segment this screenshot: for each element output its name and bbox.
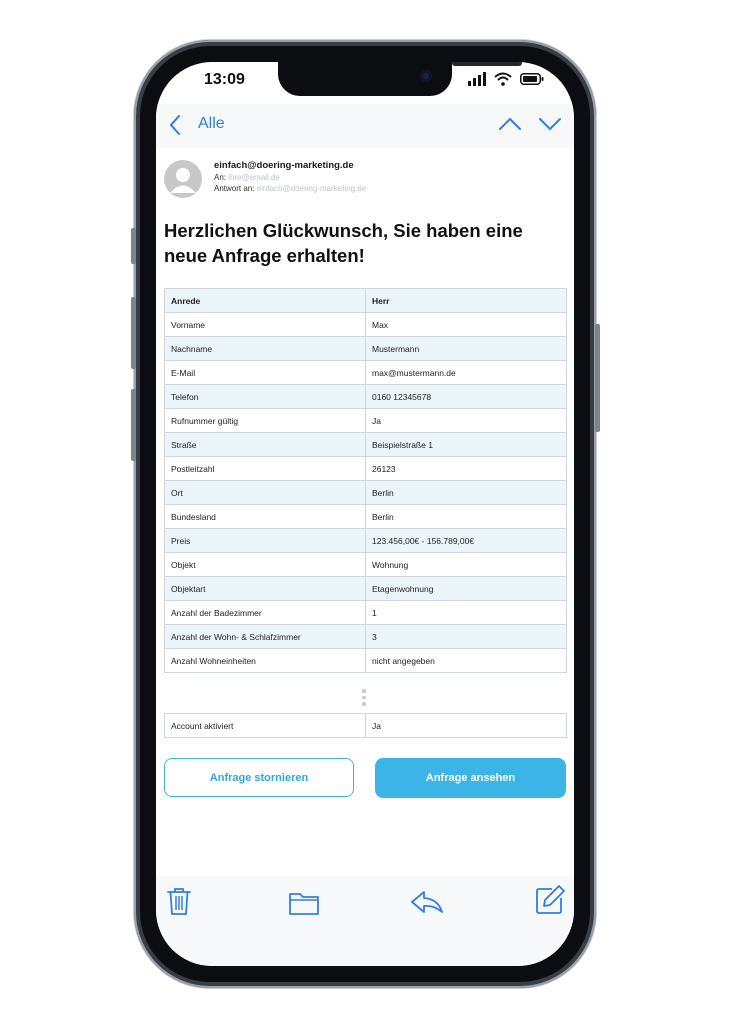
table-cell: Ja xyxy=(366,409,567,433)
recipient-line: An: ihre@email.de xyxy=(214,173,280,182)
table-cell: E-Mail xyxy=(165,361,366,385)
table-row: E-Mail max@mustermann.de xyxy=(165,361,567,385)
table-row: Rufnummer gültig Ja xyxy=(165,409,567,433)
table-row: Bundesland Berlin xyxy=(165,505,567,529)
view-inquiry-button[interactable]: Anfrage ansehen xyxy=(375,758,566,798)
back-button[interactable]: Alle xyxy=(198,115,225,133)
folder-icon[interactable] xyxy=(288,890,320,916)
table-cell: max@mustermann.de xyxy=(366,361,567,385)
table-row: Telefon 0160 12345678 xyxy=(165,385,567,409)
table-cell: Ja xyxy=(366,714,567,738)
table-cell: Account aktiviert xyxy=(165,714,366,738)
ellipsis-dot xyxy=(362,689,366,693)
table-cell: Objektart xyxy=(165,577,366,601)
table-cell: Anzahl der Badezimmer xyxy=(165,601,366,625)
previous-mail-icon[interactable] xyxy=(498,116,522,132)
table-cell: 1 xyxy=(366,601,567,625)
ellipsis-dot xyxy=(362,702,366,706)
table-cell: Telefon xyxy=(165,385,366,409)
table-cell: Mustermann xyxy=(366,337,567,361)
table-row: Nachname Mustermann xyxy=(165,337,567,361)
table-row: Straße Beispielstraße 1 xyxy=(165,433,567,457)
table-row: Preis 123.456,00€ - 156.789,00€ xyxy=(165,529,567,553)
status-icons xyxy=(468,70,544,88)
table-cell: Max xyxy=(366,313,567,337)
table-cell: Berlin xyxy=(366,505,567,529)
table-row: Ort Berlin xyxy=(165,481,567,505)
table-cell: Wohnung xyxy=(366,553,567,577)
sender-address: einfach@doering-marketing.de xyxy=(214,160,354,171)
table-row: Postleitzahl 26123 xyxy=(165,457,567,481)
reply-to-address: einfach@doering-marketing.de xyxy=(256,184,367,193)
table-cell: Postleitzahl xyxy=(165,457,366,481)
table-cell: Ort xyxy=(165,481,366,505)
table-cell: Nachname xyxy=(165,337,366,361)
table-row: Anzahl der Wohn- & Schlafzimmer 3 xyxy=(165,625,567,649)
table-cell: Etagenwohnung xyxy=(366,577,567,601)
table-row: Objektart Etagenwohnung xyxy=(165,577,567,601)
camera xyxy=(420,70,432,82)
reply-to-line: Antwort an: einfach@doering-marketing.de xyxy=(214,184,366,193)
email-title: Herzlichen Glückwunsch, Sie haben eine n… xyxy=(164,220,523,266)
notch xyxy=(278,62,522,96)
table-cell: 26123 xyxy=(366,457,567,481)
table-row: Anzahl Wohneinheiten nicht angegeben xyxy=(165,649,567,673)
table-cell: Anzahl der Wohn- & Schlafzimmer xyxy=(165,625,366,649)
trash-icon[interactable] xyxy=(166,886,192,916)
reply-icon[interactable] xyxy=(410,890,444,914)
recipient-address: ihre@email.de xyxy=(228,173,280,182)
speaker xyxy=(452,62,522,66)
table-cell: Straße xyxy=(165,433,366,457)
table-row: Account aktiviert Ja xyxy=(165,714,567,738)
wifi-icon xyxy=(494,72,512,86)
table-cell: Anrede xyxy=(165,289,366,313)
cancel-inquiry-button[interactable]: Anfrage stornieren xyxy=(164,758,354,797)
table-cell: 0160 12345678 xyxy=(366,385,567,409)
signal-icon xyxy=(468,72,486,86)
table-row: Anzahl der Badezimmer 1 xyxy=(165,601,567,625)
recipient-label: An: xyxy=(214,173,227,182)
screen: 13:09 Alle einfach@doering-marketing.de … xyxy=(156,62,574,966)
table-cell: Preis xyxy=(165,529,366,553)
mail-toolbar xyxy=(156,876,574,966)
table-cell: Beispielstraße 1 xyxy=(366,433,567,457)
table-cell: 3 xyxy=(366,625,567,649)
table-cell: Objekt xyxy=(165,553,366,577)
power-button xyxy=(595,324,600,432)
table-cell: 123.456,00€ - 156.789,00€ xyxy=(366,529,567,553)
table-row: Objekt Wohnung xyxy=(165,553,567,577)
back-chevron-icon[interactable] xyxy=(168,114,182,136)
compose-icon[interactable] xyxy=(534,884,566,916)
volume-down-button xyxy=(131,389,136,461)
ellipsis-dot xyxy=(362,695,366,699)
table-cell: Anzahl Wohneinheiten xyxy=(165,649,366,673)
status-time: 13:09 xyxy=(204,71,245,88)
inquiry-table-footer: Account aktiviert Ja xyxy=(164,713,567,738)
volume-up-button xyxy=(131,297,136,369)
table-cell: nicht angegeben xyxy=(366,649,567,673)
reply-to-label: Antwort an: xyxy=(214,184,255,193)
silent-switch xyxy=(131,228,136,264)
mail-nav-bar: Alle xyxy=(156,104,574,148)
table-cell: Rufnummer gültig xyxy=(165,409,366,433)
more-rows-indicator xyxy=(361,689,367,706)
table-header-row: Anrede Herr xyxy=(165,289,567,313)
table-cell: Bundesland xyxy=(165,505,366,529)
table-row: Vorname Max xyxy=(165,313,567,337)
table-cell: Berlin xyxy=(366,481,567,505)
user-icon xyxy=(170,168,196,193)
table-cell: Vorname xyxy=(165,313,366,337)
avatar xyxy=(164,160,202,198)
table-cell: Herr xyxy=(366,289,567,313)
battery-icon xyxy=(520,73,544,85)
next-mail-icon[interactable] xyxy=(538,116,562,132)
inquiry-table: Anrede Herr Vorname Max Nachname Mustermann… xyxy=(164,288,567,673)
